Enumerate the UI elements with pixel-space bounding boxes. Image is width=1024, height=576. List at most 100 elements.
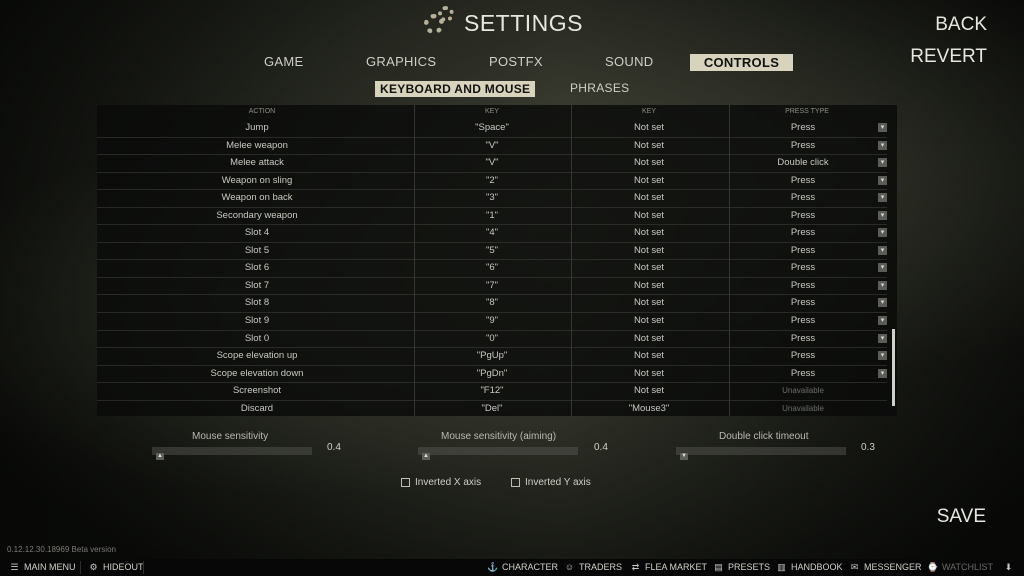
press-type-select[interactable]: Press bbox=[743, 210, 863, 221]
primary-key-binding[interactable]: "5" bbox=[427, 245, 557, 256]
chevron-down-icon[interactable]: ▾ bbox=[878, 228, 887, 238]
back-button[interactable]: BACK bbox=[935, 14, 987, 36]
checkbox-box[interactable] bbox=[401, 478, 410, 487]
mouse-sensitivity-handle[interactable]: ▲ bbox=[156, 453, 164, 460]
secondary-key-binding[interactable]: Not set bbox=[584, 192, 714, 203]
chevron-down-icon[interactable]: ▾ bbox=[878, 298, 887, 308]
tab-postfx[interactable]: POSTFX bbox=[489, 54, 543, 69]
press-type-select[interactable]: Press bbox=[743, 122, 863, 133]
primary-key-binding[interactable]: "3" bbox=[427, 192, 557, 203]
secondary-key-binding[interactable]: Not set bbox=[584, 315, 714, 326]
table-row: Jump "Space" Not set Press ▾ bbox=[97, 120, 887, 138]
press-type-select[interactable]: Press bbox=[743, 333, 863, 344]
inverted-x-checkbox[interactable]: Inverted X axis bbox=[401, 477, 481, 488]
primary-key-binding[interactable]: "PgDn" bbox=[427, 368, 557, 379]
press-type-select[interactable]: Press bbox=[743, 262, 863, 273]
primary-key-binding[interactable]: "PgUp" bbox=[427, 350, 557, 361]
tab-controls[interactable]: CONTROLS bbox=[690, 54, 793, 71]
press-type-select[interactable]: Double click bbox=[743, 157, 863, 168]
secondary-key-binding[interactable]: Not set bbox=[584, 368, 714, 379]
secondary-key-binding[interactable]: Not set bbox=[584, 122, 714, 133]
aim-sensitivity-slider[interactable] bbox=[418, 447, 578, 455]
secondary-key-binding[interactable]: Not set bbox=[584, 175, 714, 186]
press-type-select[interactable]: Press bbox=[743, 140, 863, 151]
chevron-down-icon[interactable]: ▾ bbox=[878, 140, 887, 150]
press-type-select[interactable]: Press bbox=[743, 315, 863, 326]
primary-key-binding[interactable]: "Space" bbox=[427, 122, 557, 133]
primary-key-binding[interactable]: "1" bbox=[427, 210, 557, 221]
primary-key-binding[interactable]: "4" bbox=[427, 227, 557, 238]
press-type-select[interactable]: Press bbox=[743, 297, 863, 308]
secondary-key-binding[interactable]: Not set bbox=[584, 140, 714, 151]
table-scrollbar[interactable] bbox=[892, 329, 895, 406]
chevron-down-icon[interactable]: ▾ bbox=[878, 175, 887, 185]
table-row: Slot 9 "9" Not set Press ▾ bbox=[97, 313, 887, 331]
secondary-key-binding[interactable]: Not set bbox=[584, 385, 714, 396]
press-type-select[interactable]: Press bbox=[743, 175, 863, 186]
tab-sound[interactable]: SOUND bbox=[605, 54, 653, 69]
press-type-select[interactable]: Press bbox=[743, 350, 863, 361]
table-row: Weapon on back "3" Not set Press ▾ bbox=[97, 190, 887, 208]
primary-key-binding[interactable]: "0" bbox=[427, 333, 557, 344]
secondary-key-binding[interactable]: Not set bbox=[584, 210, 714, 221]
chevron-down-icon[interactable]: ▾ bbox=[878, 193, 887, 203]
aim-sensitivity-handle[interactable]: ▲ bbox=[422, 453, 430, 460]
traders-button[interactable]: ☺ TRADERS bbox=[564, 562, 622, 572]
primary-key-binding[interactable]: "2" bbox=[427, 175, 557, 186]
secondary-key-binding[interactable]: Not set bbox=[584, 350, 714, 361]
hideout-button[interactable]: ⚙ HIDEOUT bbox=[88, 562, 143, 572]
mouse-sensitivity-slider[interactable] bbox=[152, 447, 312, 455]
primary-key-binding[interactable]: "V" bbox=[427, 140, 557, 151]
subtab-keyboard-and-mouse[interactable]: KEYBOARD AND MOUSE bbox=[375, 81, 536, 97]
chevron-down-icon[interactable]: ▾ bbox=[878, 123, 887, 132]
chevron-down-icon[interactable]: ▾ bbox=[878, 280, 887, 290]
action-label: Scope elevation down bbox=[210, 367, 304, 379]
tab-game[interactable]: GAME bbox=[264, 54, 303, 69]
flea-market-button[interactable]: ⇄ FLEA MARKET bbox=[630, 562, 707, 572]
secondary-key-binding[interactable]: Not set bbox=[584, 297, 714, 308]
action-label: Scope elevation up bbox=[216, 350, 298, 362]
secondary-key-binding[interactable]: Not set bbox=[584, 333, 714, 344]
chevron-down-icon[interactable]: ▾ bbox=[878, 316, 887, 326]
subtab-phrases[interactable]: PHRASES bbox=[570, 81, 629, 95]
chevron-down-icon[interactable]: ▾ bbox=[878, 158, 887, 168]
secondary-key-binding[interactable]: Not set bbox=[584, 157, 714, 168]
secondary-key-binding[interactable]: Not set bbox=[584, 262, 714, 273]
tab-graphics[interactable]: GRAPHICS bbox=[366, 54, 436, 69]
save-button[interactable]: SAVE bbox=[937, 506, 986, 528]
press-type-select[interactable]: Press bbox=[743, 192, 863, 203]
double-click-timeout-handle[interactable]: ▼ bbox=[680, 453, 688, 460]
press-type-select[interactable]: Press bbox=[743, 227, 863, 238]
main-menu-button[interactable]: ☰ MAIN MENU bbox=[9, 562, 75, 572]
watchlist-button[interactable]: ⌚ WATCHLIST bbox=[927, 562, 993, 572]
presets-button[interactable]: ▤ PRESETS bbox=[713, 562, 770, 572]
secondary-key-binding[interactable]: Not set bbox=[584, 245, 714, 256]
chevron-down-icon[interactable]: ▾ bbox=[878, 351, 887, 361]
secondary-key-binding[interactable]: "Mouse3" bbox=[584, 403, 714, 414]
chevron-down-icon[interactable]: ▾ bbox=[878, 263, 887, 273]
chevron-down-icon[interactable]: ▾ bbox=[878, 245, 887, 255]
primary-key-binding[interactable]: "V" bbox=[427, 157, 557, 168]
secondary-key-binding[interactable]: Not set bbox=[584, 227, 714, 238]
chevron-down-icon[interactable]: ▾ bbox=[878, 368, 887, 378]
chevron-down-icon[interactable]: ▾ bbox=[878, 333, 887, 343]
inverted-y-checkbox[interactable]: Inverted Y axis bbox=[511, 477, 591, 488]
character-button[interactable]: ⚓ CHARACTER bbox=[487, 562, 558, 572]
messenger-button[interactable]: ✉ MESSENGER bbox=[849, 562, 922, 572]
primary-key-binding[interactable]: "Del" bbox=[427, 403, 557, 414]
primary-key-binding[interactable]: "F12" bbox=[427, 385, 557, 396]
secondary-key-binding[interactable]: Not set bbox=[584, 280, 714, 291]
checkbox-box[interactable] bbox=[511, 478, 520, 487]
flea-market-label: FLEA MARKET bbox=[645, 562, 708, 572]
press-type-select[interactable]: Press bbox=[743, 280, 863, 291]
handbook-button[interactable]: ▥ HANDBOOK bbox=[776, 562, 842, 572]
primary-key-binding[interactable]: "7" bbox=[427, 280, 557, 291]
double-click-timeout-slider[interactable] bbox=[676, 447, 846, 455]
press-type-select[interactable]: Press bbox=[743, 368, 863, 379]
chevron-down-icon[interactable]: ▾ bbox=[878, 210, 887, 220]
press-type-select[interactable]: Press bbox=[743, 245, 863, 256]
primary-key-binding[interactable]: "8" bbox=[427, 297, 557, 308]
primary-key-binding[interactable]: "6" bbox=[427, 262, 557, 273]
download-button[interactable]: ⬇ bbox=[1003, 562, 1014, 572]
primary-key-binding[interactable]: "9" bbox=[427, 315, 557, 326]
